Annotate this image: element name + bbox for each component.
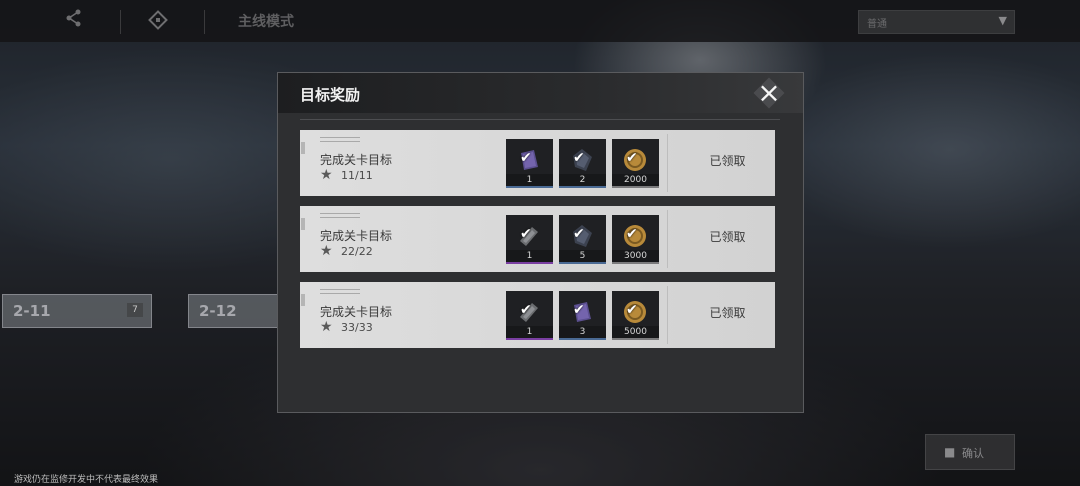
disclaimer-text: 游戏仍在监修开发中不代表最终效果 <box>14 475 159 485</box>
row-decoration <box>320 213 360 218</box>
level-node-label: 2-11 <box>13 302 51 320</box>
reward-row: 完成关卡目标 ★ 11/11 ✔ 1 ✔ 2 ✔ 2000 已领取 <box>300 130 775 196</box>
claimed-check-icon: ✔ <box>520 302 532 318</box>
reward-quantity: 1 <box>506 326 553 338</box>
modal-header: 目标奖励 × <box>278 73 803 113</box>
claim-status[interactable]: 已领取 <box>680 304 775 321</box>
claimed-check-icon: ✔ <box>520 226 532 242</box>
modal-title: 目标奖励 <box>300 86 361 104</box>
reward-item[interactable]: ✔ 3 <box>559 291 606 340</box>
reward-quantity: 1 <box>506 174 553 186</box>
objective-text: 完成关卡目标 <box>320 305 393 319</box>
reward-items: ✔ 1 ✔ 3 ✔ 5000 <box>506 291 662 340</box>
claimed-check-icon: ✔ <box>520 150 532 166</box>
objective-text: 完成关卡目标 <box>320 229 393 243</box>
row-decoration <box>320 289 360 294</box>
close-button[interactable]: × <box>751 76 787 109</box>
star-icon: ★ <box>320 243 333 259</box>
row-decoration <box>320 137 360 142</box>
row-divider <box>667 134 668 192</box>
objective-progress: 11/11 <box>341 169 373 182</box>
reward-item[interactable]: ✔ 2000 <box>612 139 659 188</box>
objective-text: 完成关卡目标 <box>320 153 393 167</box>
claim-status[interactable]: 已领取 <box>680 152 775 169</box>
objective-progress: 22/22 <box>341 245 373 258</box>
row-marker <box>301 218 305 230</box>
row-marker <box>301 142 305 154</box>
row-marker <box>301 294 305 306</box>
level-node[interactable]: 2-11 7 <box>2 294 152 328</box>
claimed-check-icon: ✔ <box>573 150 585 166</box>
top-bar: 主线模式 普通 ▼ <box>0 0 1080 42</box>
reward-item[interactable]: ✔ 1 <box>506 139 553 188</box>
reward-quantity: 3000 <box>612 250 659 262</box>
star-icon: ★ <box>320 167 333 183</box>
reward-row: 完成关卡目标 ★ 33/33 ✔ 1 ✔ 3 ✔ 5000 已领取 <box>300 282 775 348</box>
header-divider <box>300 119 780 120</box>
claimed-check-icon: ✔ <box>626 150 638 166</box>
claimed-check-icon: ✔ <box>626 302 638 318</box>
reward-quantity: 1 <box>506 250 553 262</box>
confirm-button[interactable]: ■ 确认 <box>925 434 1015 470</box>
reward-item[interactable]: ✔ 3000 <box>612 215 659 264</box>
claimed-check-icon: ✔ <box>626 226 638 242</box>
reward-item[interactable]: ✔ 2 <box>559 139 606 188</box>
row-divider <box>667 286 668 344</box>
level-node[interactable]: 2-12 <box>188 294 280 328</box>
chevron-down-icon: ▼ <box>998 14 1007 27</box>
reward-item[interactable]: ✔ 1 <box>506 215 553 264</box>
reward-items: ✔ 1 ✔ 5 ✔ 3000 <box>506 215 662 264</box>
dropdown-value: 普通 <box>867 19 887 30</box>
topbar-separator <box>120 10 121 34</box>
topbar-separator <box>204 10 205 34</box>
share-icon[interactable] <box>62 9 86 33</box>
mode-label: 主线模式 <box>238 14 294 30</box>
confirm-label: 确认 <box>962 447 984 460</box>
reward-item[interactable]: ✔ 5 <box>559 215 606 264</box>
reward-quantity: 2 <box>559 174 606 186</box>
confirm-icon: ■ <box>944 445 956 459</box>
level-node-badge: 7 <box>127 303 143 317</box>
row-divider <box>667 210 668 268</box>
reward-item[interactable]: ✔ 5000 <box>612 291 659 340</box>
reward-quantity: 3 <box>559 326 606 338</box>
claimed-check-icon: ✔ <box>573 226 585 242</box>
map-icon[interactable] <box>146 9 170 33</box>
goal-rewards-modal: 目标奖励 × 完成关卡目标 ★ 11/11 ✔ 1 ✔ 2 ✔ 2000 已领取… <box>277 72 804 413</box>
star-icon: ★ <box>320 319 333 335</box>
difficulty-dropdown[interactable]: 普通 ▼ <box>858 10 1015 34</box>
reward-row: 完成关卡目标 ★ 22/22 ✔ 1 ✔ 5 ✔ 3000 已领取 <box>300 206 775 272</box>
reward-item[interactable]: ✔ 1 <box>506 291 553 340</box>
close-icon: × <box>757 76 781 109</box>
level-node-label: 2-12 <box>199 302 237 320</box>
reward-quantity: 5 <box>559 250 606 262</box>
reward-items: ✔ 1 ✔ 2 ✔ 2000 <box>506 139 662 188</box>
reward-quantity: 2000 <box>612 174 659 186</box>
claimed-check-icon: ✔ <box>573 302 585 318</box>
reward-quantity: 5000 <box>612 326 659 338</box>
claim-status[interactable]: 已领取 <box>680 228 775 245</box>
objective-progress: 33/33 <box>341 321 373 334</box>
